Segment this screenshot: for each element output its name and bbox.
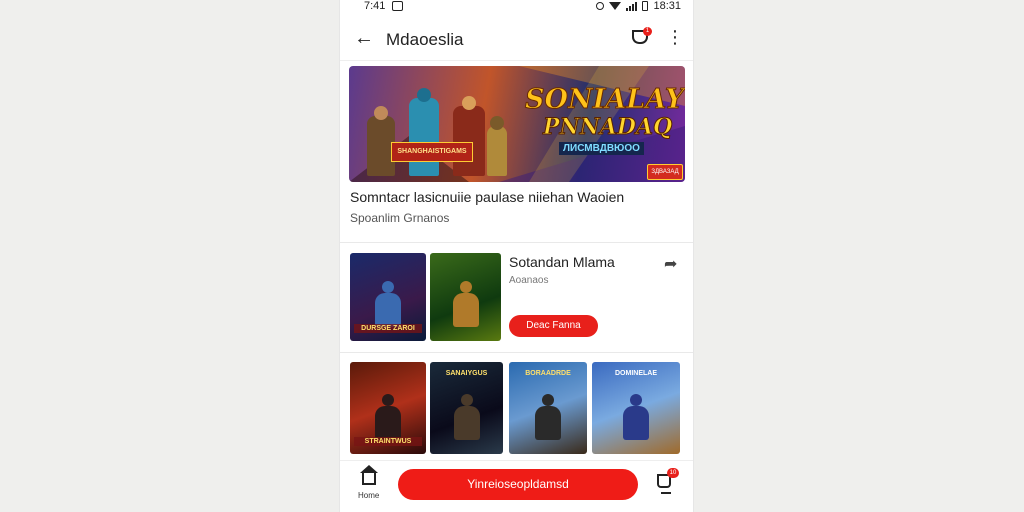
banner-character-2 — [409, 88, 439, 176]
app-bar: ← Mdaoeslia 1 ⋮ — [340, 18, 693, 61]
page-title: Mdaoeslia — [386, 30, 464, 49]
status-clock: 18:31 — [653, 0, 681, 12]
more-vert-icon[interactable]: ⋮ — [666, 28, 684, 46]
gallery-item[interactable]: DOMINELAE — [592, 362, 680, 454]
banner-subheadline: PNNADAQ — [542, 114, 673, 141]
gallery-character — [453, 394, 480, 440]
banner-logo: SHANGHAISTIGAMS — [391, 142, 473, 162]
featured-title: Somntacr lasicnuiie paulase niiehan Waoi… — [350, 189, 625, 205]
banner-headline: SONIALAY — [524, 84, 685, 116]
game-thumbnail-2[interactable] — [430, 253, 501, 341]
status-bar: 7:41 18:31 — [340, 0, 693, 14]
game-subtitle: Aoanaos — [509, 275, 549, 286]
thumbnail-character — [375, 281, 401, 327]
gallery-character — [623, 394, 649, 440]
section-divider — [340, 352, 693, 353]
gallery-item-label: SANAIYGUS — [445, 370, 488, 377]
status-icons: 18:31 — [596, 0, 681, 12]
notification-icon — [392, 1, 403, 11]
gallery-character — [375, 394, 401, 440]
home-label: Home — [358, 491, 380, 500]
gallery-item[interactable]: BORAADRDE — [509, 362, 587, 454]
cart-badge: 10 — [667, 468, 679, 478]
alarm-icon — [596, 2, 605, 10]
banner-character-4 — [487, 116, 507, 176]
gallery-item-label: STRAINTWUS — [354, 437, 422, 446]
featured-subtitle: Spoanlim Grnanos — [350, 211, 450, 225]
wifi-icon — [609, 2, 622, 10]
status-time: 7:41 — [364, 0, 386, 12]
share-icon[interactable]: ➦ — [664, 254, 677, 274]
gallery-character — [535, 394, 561, 440]
game-thumbnail[interactable]: DURSGE ZAROI — [350, 253, 426, 341]
section-divider — [340, 242, 693, 243]
cart-count-badge: 1 — [643, 27, 652, 36]
banner-badge: ЗДВАЗАД — [647, 164, 683, 180]
banner-character-3 — [453, 96, 485, 176]
game-action-button[interactable]: Deac Fanna — [509, 315, 598, 337]
banner-tagline: ЛИСМВДВЮОО — [559, 142, 644, 155]
primary-cta-button[interactable]: Yinreioseopldamsd — [398, 469, 638, 500]
phone-screen: 7:41 18:31 ← Mdaoeslia 1 ⋮ SONIALAY PNNA… — [340, 0, 693, 512]
home-icon[interactable] — [360, 465, 378, 485]
gallery-item-label: BORAADRDE — [525, 370, 571, 377]
signal-icon — [626, 1, 638, 11]
game-thumbnail-label: DURSGE ZAROI — [354, 324, 422, 333]
battery-icon — [642, 1, 649, 11]
game-title: Sotandan Mlama — [509, 254, 615, 270]
promo-banner[interactable]: SONIALAY PNNADAQ ЛИСМВДВЮОО SHANGHAISTIG… — [349, 66, 685, 182]
thumbnail-character — [452, 281, 479, 327]
gallery-item-label: DOMINELAE — [615, 370, 657, 377]
gallery-item[interactable]: STRAINTWUS — [350, 362, 426, 454]
gallery-item[interactable]: SANAIYGUS — [430, 362, 503, 454]
back-arrow-icon[interactable]: ← — [354, 28, 374, 48]
bottom-bar: Home Yinreioseopldamsd 10 — [340, 460, 693, 512]
